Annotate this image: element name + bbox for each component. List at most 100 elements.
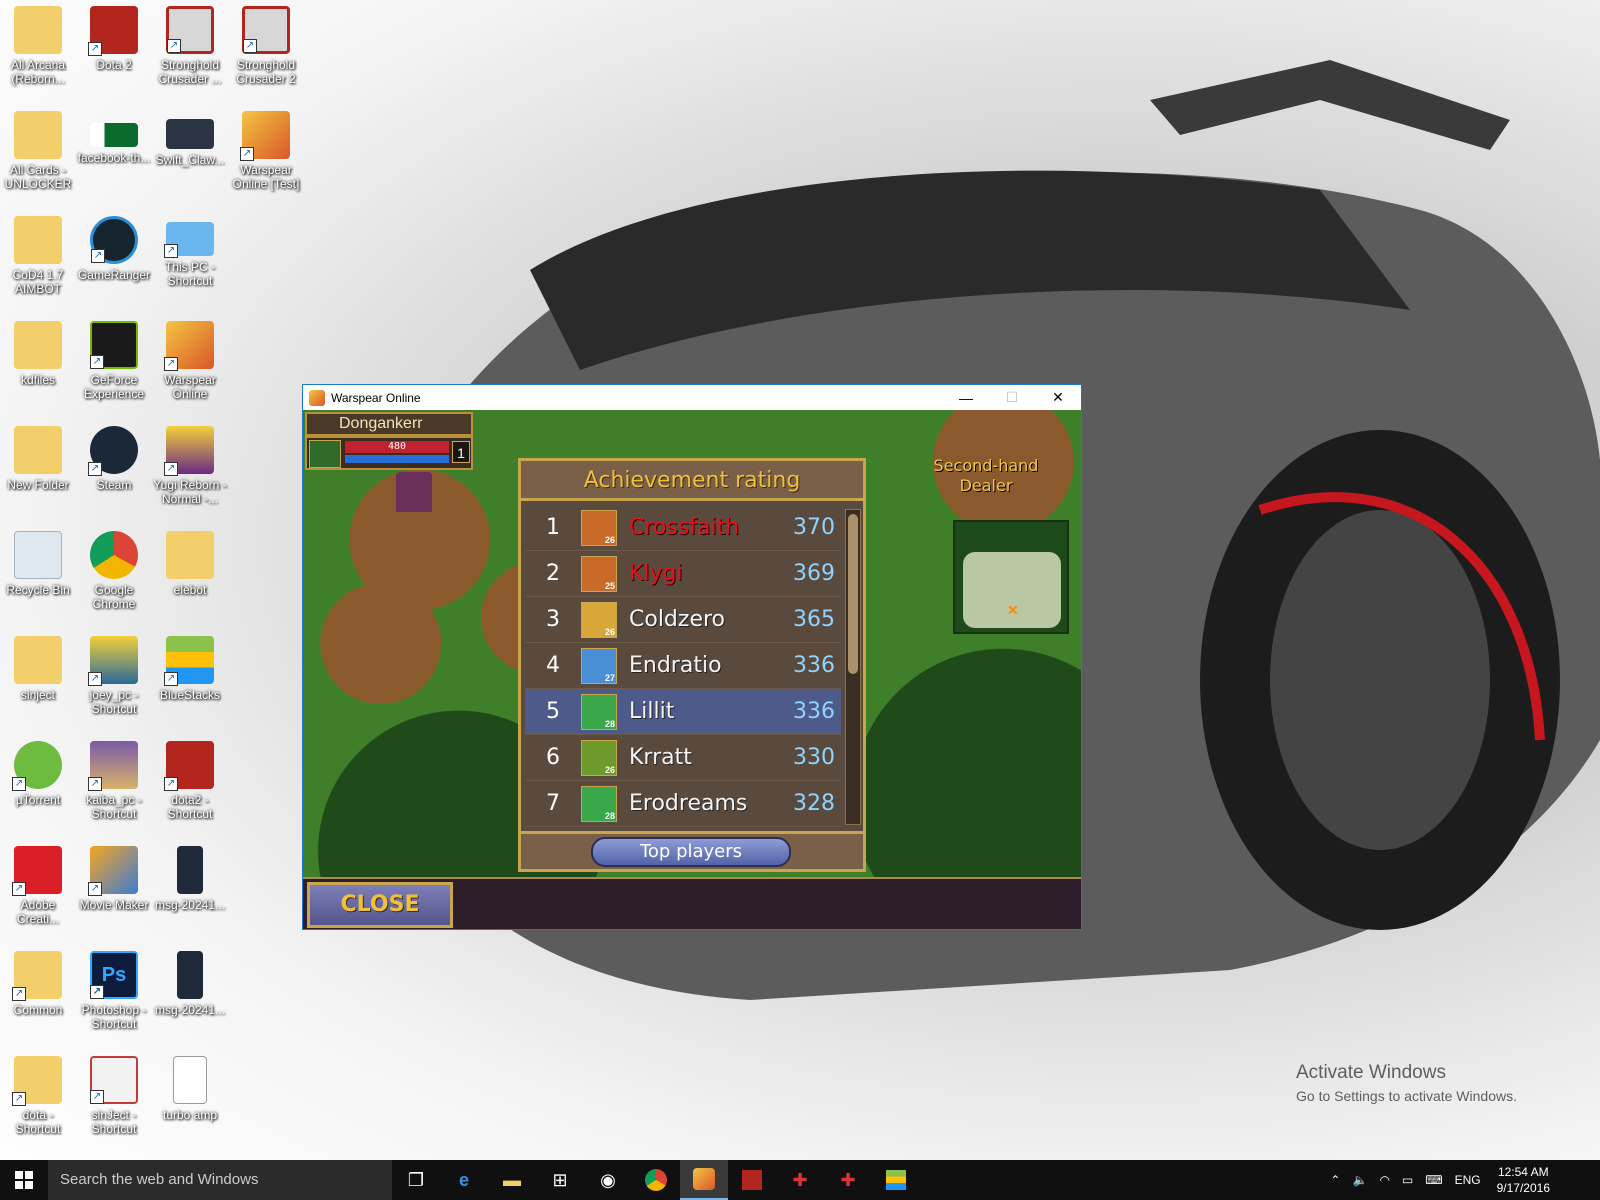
rating-row-selected[interactable]: 5 28 Lillit 336 (525, 689, 841, 735)
scrollbar-thumb[interactable] (848, 514, 858, 674)
desktop-icon-dota-shortcut[interactable]: ↗ dota - Shortcut (0, 1050, 76, 1150)
taskbar-search-box[interactable]: Search the web and Windows (48, 1160, 392, 1200)
rating-row[interactable]: 2 25 Klygi 369 (525, 551, 841, 597)
edge-icon[interactable]: e (440, 1160, 488, 1200)
hp-bar: 480 (345, 441, 449, 453)
wifi-icon[interactable]: ◠ (1379, 1173, 1389, 1187)
window-close-button[interactable]: ✕ (1035, 385, 1081, 410)
photoshop-icon: Ps ↗ (90, 951, 138, 999)
chrome-taskbar-icon[interactable] (632, 1160, 680, 1200)
desktop-icon-elebot[interactable]: elebot (152, 525, 228, 625)
minimize-button[interactable]: — (943, 385, 989, 410)
desktop-icon-dota-2[interactable]: ↗ Dota 2 (76, 0, 152, 100)
rank: 7 (546, 791, 560, 816)
desktop-icon-movie-maker[interactable]: ↗ Movie Maker (76, 840, 152, 940)
desktop-icon-google-chrome[interactable]: Google Chrome (76, 525, 152, 625)
folder-icon (14, 6, 62, 54)
desktop-icon-msg-1[interactable]: msg-20241... (152, 840, 228, 940)
rank: 6 (546, 745, 560, 770)
rank: 4 (546, 653, 560, 678)
desktop-icon-bluestacks[interactable]: ↗ BlueStacks (152, 630, 228, 730)
volume-icon[interactable]: 🔈 (1352, 1173, 1367, 1187)
achievement-rating-dialog[interactable]: Achievement rating 1 26 Crossfaith 370 2… (518, 458, 866, 872)
desktop-icon-yugi-reborn[interactable]: ↗ Yugi Reborn - Normal -... (152, 420, 228, 520)
desktop-icon-joey-pc[interactable]: ↗ joey_pc - Shortcut (76, 630, 152, 730)
desktop-icon-common[interactable]: ↗ Common (0, 945, 76, 1045)
dota-taskbar-icon[interactable] (728, 1160, 776, 1200)
dialog-footer: Top players (521, 831, 863, 869)
desktop-icon-geforce-experience[interactable]: ↗ GeForce Experience (76, 315, 152, 415)
desktop-icon-all-cards-unlocker[interactable]: All Cards - UNLOCKER (0, 105, 76, 205)
desktop-icon-warspear-online[interactable]: ↗ Warspear Online (152, 315, 228, 415)
folder-icon: ↗ (12, 951, 62, 1001)
rating-row[interactable]: 6 26 Krratt 330 (525, 735, 841, 781)
desktop-icon-this-pc[interactable]: ↗ This PC - Shortcut (152, 210, 228, 310)
desktop-icon-sinject[interactable]: sinject (0, 630, 76, 730)
rank: 1 (546, 515, 560, 540)
start-button[interactable] (0, 1160, 48, 1200)
desktop-icon-photoshop[interactable]: Ps ↗ Photoshop - Shortcut (76, 945, 152, 1045)
bluestacks-taskbar-icon[interactable] (872, 1160, 920, 1200)
warspear-taskbar-icon[interactable] (680, 1160, 728, 1200)
action-center-icon[interactable]: ▭ (1402, 1173, 1413, 1187)
rating-row[interactable]: 3 26 Coldzero 365 (525, 597, 841, 643)
rating-scrollbar[interactable] (845, 509, 861, 825)
folder-icon: ↗ (12, 1056, 62, 1106)
clock-date: 9/17/2016 (1496, 1181, 1550, 1195)
rating-row[interactable]: 1 26 Crossfaith 370 (525, 505, 841, 551)
desktop-icon-stronghold-crusader[interactable]: ↗ Stronghold Crusader ... (152, 0, 228, 100)
desktop-icon-new-folder[interactable]: New Folder (0, 420, 76, 520)
chevron-up-icon[interactable]: ⌃ (1330, 1173, 1340, 1187)
desktop-icon-swift-claw[interactable]: Swift_Claw... (152, 105, 228, 205)
desktop-icon-recycle-bin[interactable]: Recycle Bin (0, 525, 76, 625)
clock[interactable]: 12:54 AM 9/17/2016 (1497, 1164, 1550, 1196)
dota-icon: ↗ (88, 6, 138, 56)
steam-taskbar-icon[interactable]: ◉ (584, 1160, 632, 1200)
desktop-icon-stronghold-crusader-2[interactable]: ↗ Stronghold Crusader 2 (228, 0, 304, 100)
desktop-icon-utorrent[interactable]: ↗ µTorrent (0, 735, 76, 835)
task-view-icon[interactable]: ❐ (392, 1160, 440, 1200)
desktop-icon-warspear-test[interactable]: ↗ Warspear Online [Test] (228, 105, 304, 205)
top-players-button[interactable]: Top players (591, 837, 791, 867)
window-titlebar[interactable]: Warspear Online — ☐ ✕ (303, 385, 1081, 410)
game-viewport[interactable]: Dongankerr 480 1 Second-hand Dealer ✕ Ac… (303, 410, 1081, 929)
desktop-icon-adobe-creative-cloud[interactable]: ↗ Adobe Creati... (0, 840, 76, 940)
folder-icon (14, 111, 62, 159)
desktop-icon-turbo-amp[interactable]: turbo amp (152, 1050, 228, 1150)
desktop-icon-msg-2[interactable]: msg-20241... (152, 945, 228, 1045)
store-icon[interactable]: ⊞ (536, 1160, 584, 1200)
rating-row[interactable]: 7 28 Erodreams 328 (525, 781, 841, 827)
desktop-icon-gameranger[interactable]: ↗ GameRanger (76, 210, 152, 310)
player-status-panel[interactable]: 480 1 (305, 436, 473, 470)
minimap-player-marker: ✕ (1007, 602, 1019, 618)
system-tray: ⌃ 🔈 ◠ ▭ ⌨ ENG 12:54 AM 9/17/2016 (1324, 1160, 1600, 1200)
file-explorer-icon[interactable]: ▬ (488, 1160, 536, 1200)
rating-list[interactable]: 1 26 Crossfaith 370 2 25 Klygi 369 3 26 … (525, 505, 841, 827)
keyboard-icon[interactable]: ⌨ (1425, 1173, 1442, 1187)
desktop-icon-kdfiles[interactable]: kdfiles (0, 315, 76, 415)
player-portrait[interactable] (309, 440, 341, 468)
warspear-window[interactable]: Warspear Online — ☐ ✕ Dongankerr 480 1 S… (302, 384, 1082, 930)
language-indicator[interactable]: ENG (1455, 1173, 1481, 1187)
text-file-icon (173, 1056, 207, 1104)
score: 369 (793, 561, 835, 586)
desktop-icon-sinject-shortcut[interactable]: ↗ sinJect - Shortcut (76, 1050, 152, 1150)
class-icon: 25 (581, 555, 617, 592)
close-button[interactable]: CLOSE (307, 882, 453, 928)
desktop-icon-all-arcana[interactable]: All Arcana (Reborn... (0, 0, 76, 100)
stronghold-taskbar-icon[interactable]: ✚ (776, 1160, 824, 1200)
rating-row[interactable]: 4 27 Endratio 336 (525, 643, 841, 689)
stronghold2-taskbar-icon[interactable]: ✚ (824, 1160, 872, 1200)
class-icon: 27 (581, 647, 617, 684)
show-desktop-button[interactable] (1560, 1160, 1600, 1200)
minimap[interactable]: ✕ (953, 520, 1069, 634)
warspear-icon: ↗ (164, 321, 214, 371)
npc-label[interactable]: Second-hand Dealer (931, 456, 1041, 496)
warspear-app-icon (309, 389, 325, 406)
desktop-icon-cod4-aimbot[interactable]: CoD4 1.7 AIMBOT (0, 210, 76, 310)
desktop-icon-kaiba-pc[interactable]: ↗ kaiba_pc - Shortcut (76, 735, 152, 835)
maximize-button[interactable]: ☐ (989, 385, 1035, 410)
desktop-icon-facebook-image[interactable]: facebook-th... (76, 105, 152, 205)
desktop-icon-steam[interactable]: ↗ Steam (76, 420, 152, 520)
desktop-icon-dota2-shortcut[interactable]: ↗ dota2 - Shortcut (152, 735, 228, 835)
